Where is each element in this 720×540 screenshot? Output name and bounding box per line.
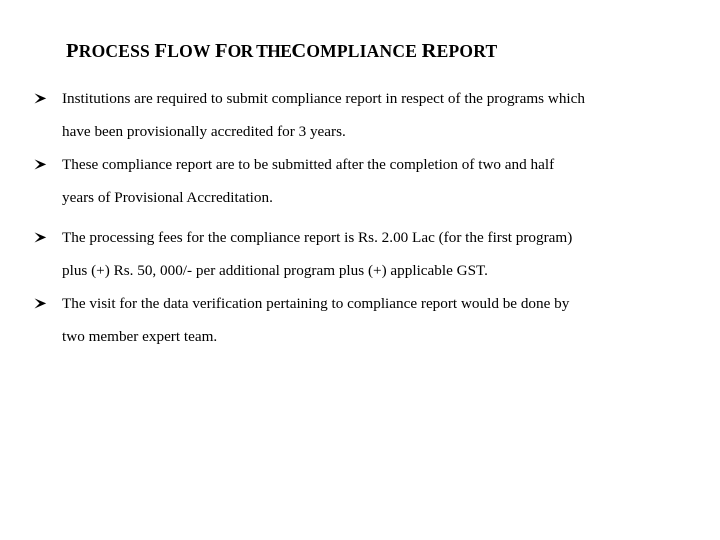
list-item: Institutions are required to submit comp… <box>0 82 720 148</box>
bullet-list: Institutions are required to submit comp… <box>0 82 720 353</box>
list-item: The visit for the data verification pert… <box>0 287 720 353</box>
arrow-head-icon <box>34 148 54 170</box>
title-cap-f1: F <box>154 40 168 62</box>
title-cap-f2: F <box>214 40 228 62</box>
list-item-text: These compliance report are to be submit… <box>62 156 555 173</box>
list-item-text: Institutions are required to submit comp… <box>62 90 585 107</box>
title-cap-r: R <box>421 40 437 62</box>
list-item-text: The visit for the data verification pert… <box>62 295 570 312</box>
title-text-ompliance: OMPLIANCE <box>306 41 422 61</box>
list-item-text-continued: have been provisionally accredited for 3… <box>62 123 346 140</box>
list-item-text-continued: plus (+) Rs. 50, 000/- per additional pr… <box>62 262 488 279</box>
list-item-text-continued: two member expert team. <box>62 328 218 345</box>
title-text-eport: EPORT <box>436 41 498 61</box>
arrow-head-icon <box>34 221 54 243</box>
arrow-head-icon <box>34 82 54 104</box>
title-text-low: LOW <box>167 41 215 61</box>
title-text-he: HE <box>267 41 292 61</box>
list-gap <box>0 214 720 221</box>
list-item-text-continued: years of Provisional Accreditation. <box>62 189 273 206</box>
slide-canvas: PROCESS FLOW FOR THECOMPLIANCE REPORT In… <box>0 0 720 540</box>
title-block: PROCESS FLOW FOR THECOMPLIANCE REPORT <box>66 40 666 62</box>
list-item: These compliance report are to be submit… <box>0 148 720 214</box>
title-cap-p: P <box>66 40 79 62</box>
page-title: PROCESS FLOW FOR THECOMPLIANCE REPORT <box>66 40 666 62</box>
list-item: The processing fees for the compliance r… <box>0 221 720 287</box>
arrow-head-icon <box>34 287 54 309</box>
list-item-text: The processing fees for the compliance r… <box>62 229 573 246</box>
title-cap-c: C <box>291 40 307 62</box>
title-text-rocess: ROCESS <box>78 41 155 61</box>
title-text-or-t: OR T <box>227 41 268 61</box>
